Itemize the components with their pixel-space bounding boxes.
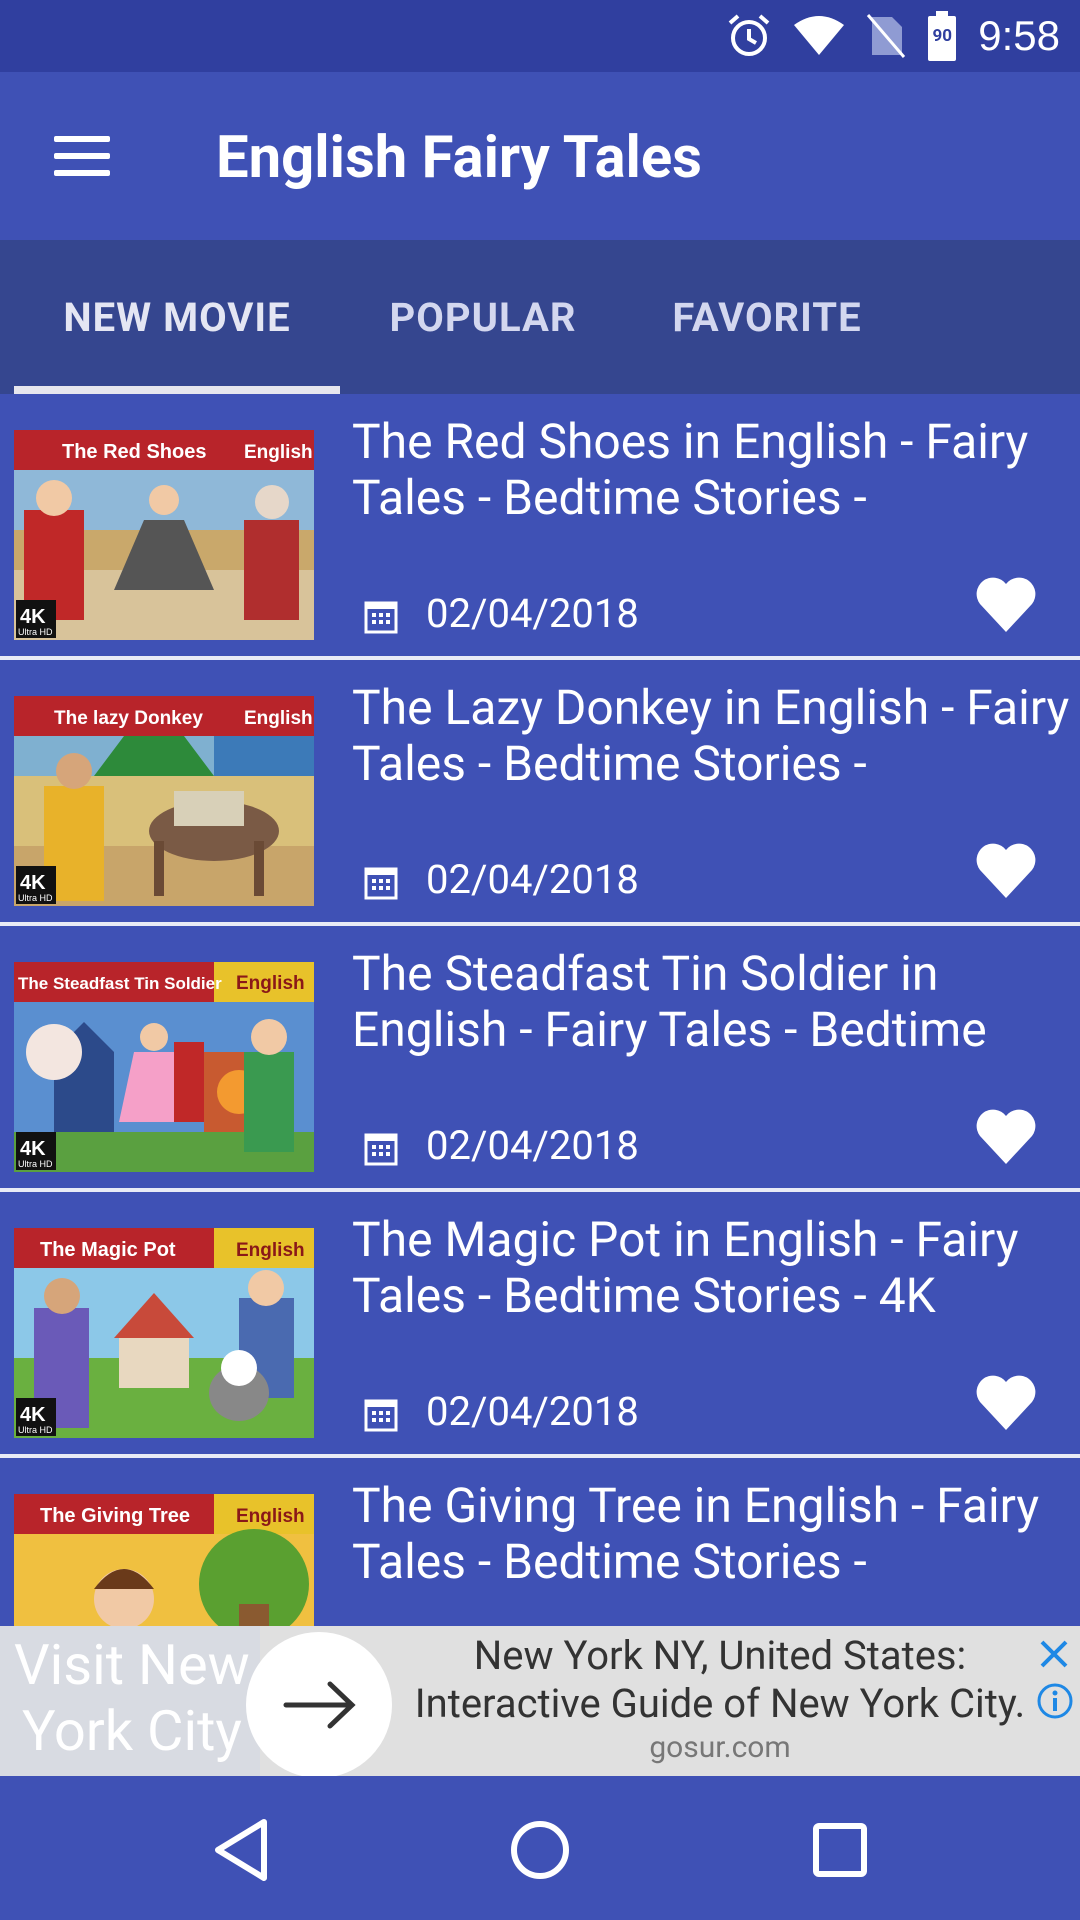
thumbnail-language: English bbox=[244, 708, 313, 729]
video-list-item[interactable]: The Giving Tree English The Giving Tree … bbox=[0, 1458, 1080, 1626]
thumbnail-language: English bbox=[244, 442, 313, 463]
video-list-item[interactable]: The Red Shoes English 4K Ultra HD The Re… bbox=[0, 394, 1080, 660]
video-list-item[interactable]: The lazy Donkey English 4K Ultra HD The … bbox=[0, 660, 1080, 926]
thumbnail-title: The Giving Tree bbox=[40, 1505, 190, 1527]
video-thumbnail[interactable]: The lazy Donkey English 4K Ultra HD bbox=[14, 696, 314, 906]
tab-bar: NEW MOVIE POPULAR FAVORITE bbox=[0, 240, 1080, 394]
ad-arrow-button[interactable] bbox=[246, 1632, 392, 1776]
hamburger-menu-icon[interactable] bbox=[40, 124, 128, 188]
battery-level: 90 bbox=[932, 26, 952, 46]
thumbnail-badge: 4K bbox=[20, 1404, 46, 1426]
status-time: 9:58 bbox=[978, 12, 1060, 59]
video-thumbnail[interactable]: The Steadfast Tin Soldier English 4K Ult… bbox=[14, 962, 314, 1172]
video-list-item[interactable]: The Steadfast Tin Soldier English 4K Ult… bbox=[0, 926, 1080, 1192]
video-thumbnail[interactable]: The Magic Pot English 4K Ultra HD bbox=[14, 1228, 314, 1438]
info-icon[interactable] bbox=[1036, 1682, 1074, 1720]
video-title: The Red Shoes in English - Fairy Tales -… bbox=[352, 413, 1029, 526]
video-title: The Giving Tree in English - Fairy Tales… bbox=[352, 1477, 1040, 1590]
video-title: The Lazy Donkey in English - Fairy Tales… bbox=[352, 679, 1070, 792]
wifi-icon bbox=[794, 16, 845, 55]
ad-url[interactable]: gosur.com bbox=[390, 1730, 1050, 1765]
thumbnail-title: The Red Shoes bbox=[62, 441, 206, 463]
thumbnail-badge: 4K bbox=[20, 872, 46, 894]
ad-image[interactable]: Visit New York City bbox=[0, 1626, 260, 1776]
thumbnail-badge-sub: Ultra HD bbox=[18, 1159, 53, 1169]
no-sim-icon bbox=[867, 14, 906, 58]
app-bar: English Fairy Tales bbox=[0, 72, 1080, 240]
ad-banner[interactable]: Visit New York City New York NY, United … bbox=[0, 1626, 1080, 1776]
thumbnail-badge-sub: Ultra HD bbox=[18, 627, 53, 637]
status-icons: 90 9:58 bbox=[726, 0, 1060, 72]
favorite-heart-icon[interactable] bbox=[974, 1106, 1038, 1166]
thumbnail-badge-sub: Ultra HD bbox=[18, 1425, 53, 1435]
video-list-item[interactable]: The Magic Pot English 4K Ultra HD The Ma… bbox=[0, 1192, 1080, 1458]
favorite-heart-icon[interactable] bbox=[974, 840, 1038, 900]
thumbnail-title: The Steadfast Tin Soldier bbox=[18, 974, 222, 993]
thumbnail-badge: 4K bbox=[20, 1138, 46, 1160]
video-date: 02/04/2018 bbox=[426, 590, 639, 637]
thumbnail-badge-sub: Ultra HD bbox=[18, 893, 53, 903]
tab-favorite[interactable]: FAVORITE bbox=[646, 240, 888, 394]
thumbnail-title: The lazy Donkey bbox=[54, 708, 203, 729]
video-date: 02/04/2018 bbox=[426, 1388, 639, 1435]
arrow-right-icon bbox=[283, 1681, 356, 1729]
video-title: The Steadfast Tin Soldier in English - F… bbox=[352, 945, 987, 1058]
thumbnail-badge: 4K bbox=[20, 606, 46, 628]
alarm-clock-icon bbox=[728, 14, 770, 56]
calendar-icon bbox=[364, 601, 398, 634]
ad-image-text: Visit New York City bbox=[14, 1632, 250, 1764]
tab-new-movie[interactable]: NEW MOVIE bbox=[14, 240, 340, 394]
thumbnail-language: English bbox=[236, 973, 305, 994]
close-icon[interactable] bbox=[1034, 1634, 1074, 1674]
battery-icon: 90 bbox=[928, 11, 957, 61]
video-date: 02/04/2018 bbox=[426, 1122, 639, 1169]
favorite-heart-icon[interactable] bbox=[974, 574, 1038, 634]
thumbnail-title: The Magic Pot bbox=[40, 1239, 176, 1261]
system-nav-bar bbox=[0, 1776, 1080, 1920]
status-bar: 90 9:58 bbox=[0, 0, 1080, 72]
calendar-icon bbox=[364, 867, 398, 900]
back-icon[interactable] bbox=[202, 1810, 282, 1890]
tab-popular[interactable]: POPULAR bbox=[362, 240, 604, 394]
calendar-icon bbox=[364, 1133, 398, 1166]
thumbnail-language: English bbox=[236, 1506, 305, 1527]
video-thumbnail[interactable]: The Giving Tree English bbox=[14, 1494, 314, 1626]
thumbnail-language: English bbox=[236, 1240, 305, 1261]
tab-selected-indicator bbox=[14, 386, 340, 394]
app-title: English Fairy Tales bbox=[216, 124, 702, 192]
favorite-heart-icon[interactable] bbox=[974, 1372, 1038, 1432]
recents-icon[interactable] bbox=[800, 1810, 880, 1890]
ad-headline[interactable]: New York NY, United States: Interactive … bbox=[390, 1632, 1050, 1728]
home-icon[interactable] bbox=[500, 1810, 580, 1890]
video-thumbnail[interactable]: The Red Shoes English 4K Ultra HD bbox=[14, 430, 314, 640]
video-date: 02/04/2018 bbox=[426, 856, 639, 903]
video-title: The Magic Pot in English - Fairy Tales -… bbox=[352, 1211, 1019, 1324]
calendar-icon bbox=[364, 1399, 398, 1432]
video-list[interactable]: The Red Shoes English 4K Ultra HD The Re… bbox=[0, 394, 1080, 1626]
